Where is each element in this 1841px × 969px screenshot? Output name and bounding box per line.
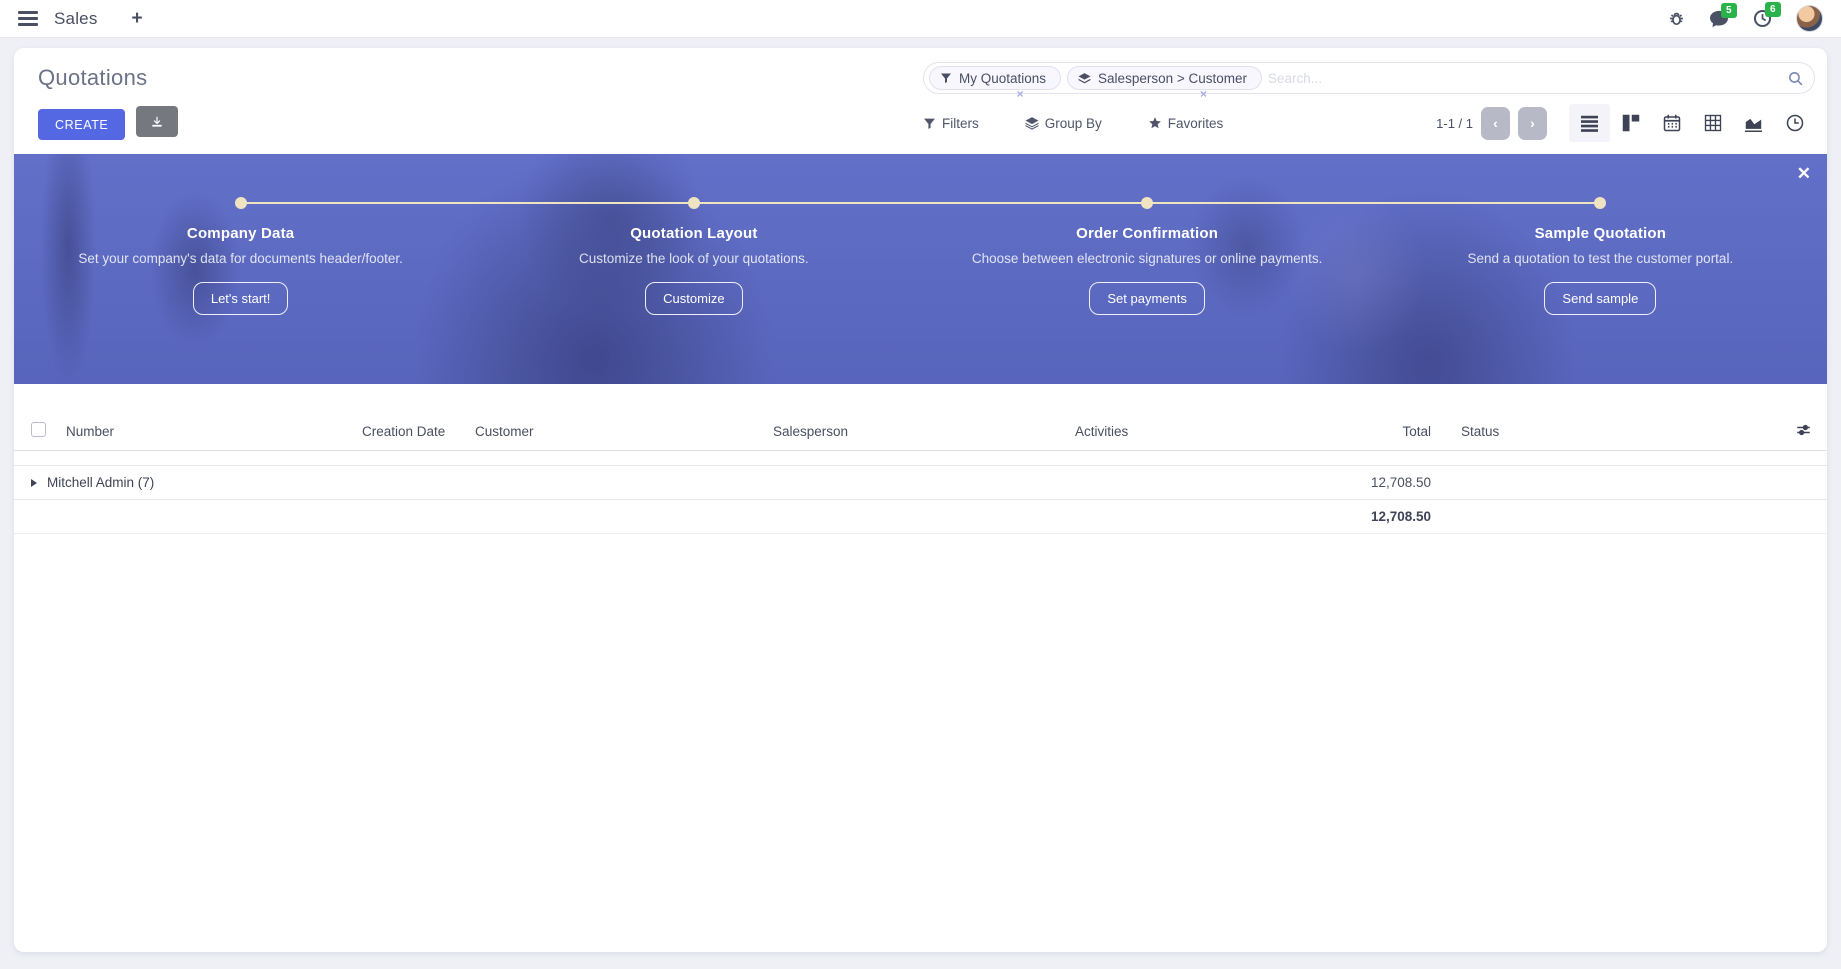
user-avatar[interactable] (1796, 5, 1823, 32)
pager-next-button[interactable]: › (1518, 107, 1547, 140)
search-facet-my-quotations[interactable]: My Quotations × (929, 66, 1061, 90)
pivot-icon (1704, 114, 1722, 132)
layers-icon (1025, 116, 1039, 130)
onboarding-step-quotation-layout: Quotation Layout Customize the look of y… (467, 154, 920, 384)
list-footer-row: 12,708.50 (14, 500, 1827, 534)
search-facet-groupby[interactable]: Salesperson > Customer × (1067, 66, 1262, 90)
send-sample-button[interactable]: Send sample (1544, 282, 1656, 315)
column-header-creation-date[interactable]: Creation Date (356, 412, 469, 451)
filters-menu[interactable]: Filters (923, 116, 979, 131)
clock-icon (1786, 114, 1804, 132)
app-name[interactable]: Sales (54, 9, 98, 29)
set-payments-button[interactable]: Set payments (1089, 282, 1205, 315)
kanban-view-button[interactable] (1610, 104, 1651, 142)
list-header-row: Number Creation Date Customer Salesperso… (14, 412, 1827, 451)
groupby-menu-label: Group By (1045, 116, 1102, 131)
favorites-menu-label: Favorites (1168, 116, 1224, 131)
onboarding-banner: ✕ Company Data Set your company's data f… (14, 154, 1827, 384)
onboarding-step-sample-quotation: Sample Quotation Send a quotation to tes… (1374, 154, 1827, 384)
filter-icon (923, 117, 936, 130)
create-button[interactable]: CREATE (38, 109, 125, 140)
facet-label: My Quotations (959, 71, 1046, 86)
page-title: Quotations (38, 62, 923, 94)
group-total: 12,708.50 (1259, 466, 1437, 500)
facet-label: Salesperson > Customer (1098, 71, 1247, 86)
filters-menu-label: Filters (942, 116, 979, 131)
column-header-customer[interactable]: Customer (469, 412, 767, 451)
column-header-salesperson[interactable]: Salesperson (767, 412, 1069, 451)
graph-view-button[interactable] (1733, 104, 1774, 142)
calendar-icon (1663, 114, 1681, 132)
onboarding-step-company-data: Company Data Set your company's data for… (14, 154, 467, 384)
activities-badge: 6 (1765, 2, 1781, 17)
step-dot (1594, 197, 1606, 209)
spacer-row (14, 451, 1827, 466)
pager-value: 1-1 / 1 (1436, 116, 1473, 131)
download-icon (150, 115, 164, 129)
onboarding-step-order-confirmation: Order Confirmation Choose between electr… (921, 154, 1374, 384)
groupby-menu[interactable]: Group By (1025, 116, 1102, 131)
footer-total: 12,708.50 (1259, 500, 1437, 534)
lets-start-button[interactable]: Let's start! (193, 282, 289, 315)
group-expand-caret-icon[interactable] (31, 479, 37, 487)
group-row-mitchell-admin[interactable]: Mitchell Admin (7) 12,708.50 (14, 466, 1827, 500)
debug-bug-icon[interactable] (1668, 10, 1685, 27)
quotations-list: Number Creation Date Customer Salesperso… (14, 384, 1827, 534)
column-header-activities[interactable]: Activities (1069, 412, 1259, 451)
step-title: Quotation Layout (507, 225, 880, 242)
activity-view-button[interactable] (1774, 104, 1815, 142)
view-switcher (1569, 104, 1815, 142)
group-name-label: Mitchell Admin (7) (47, 475, 154, 490)
search-icon[interactable] (1787, 70, 1804, 87)
list-view-button[interactable] (1569, 104, 1610, 142)
step-dot (1141, 197, 1153, 209)
step-title: Sample Quotation (1414, 225, 1787, 242)
list-icon (1580, 115, 1599, 132)
facet-remove-icon[interactable]: × (1200, 87, 1207, 101)
apps-menu-icon[interactable] (18, 11, 38, 26)
star-icon (1148, 116, 1162, 130)
favorites-menu[interactable]: Favorites (1148, 116, 1224, 131)
pivot-view-button[interactable] (1692, 104, 1733, 142)
column-header-total[interactable]: Total (1259, 412, 1437, 451)
optional-columns-icon[interactable] (1796, 425, 1811, 440)
activities-clock-icon[interactable]: 6 (1753, 9, 1772, 28)
graph-icon (1744, 115, 1763, 132)
messages-icon[interactable]: 5 (1709, 10, 1729, 28)
step-description: Send a quotation to test the customer po… (1414, 251, 1787, 268)
facet-remove-icon[interactable]: × (1017, 87, 1024, 101)
layers-icon (1078, 72, 1091, 85)
step-description: Customize the look of your quotations. (507, 251, 880, 268)
search-bar[interactable]: My Quotations × Salesperson > Customer × (923, 62, 1815, 94)
content-card: Quotations My Quotations × Salesperson >… (14, 48, 1827, 952)
customize-button[interactable]: Customize (645, 282, 742, 315)
export-button[interactable] (136, 106, 178, 137)
step-description: Set your company's data for documents he… (54, 251, 427, 268)
column-header-number[interactable]: Number (60, 412, 356, 451)
kanban-icon (1622, 114, 1640, 132)
column-header-status[interactable]: Status (1437, 412, 1777, 451)
calendar-view-button[interactable] (1651, 104, 1692, 142)
pager-previous-button[interactable]: ‹ (1481, 107, 1510, 140)
filter-icon (940, 72, 952, 84)
step-title: Company Data (54, 225, 427, 242)
select-all-checkbox[interactable] (31, 422, 46, 437)
step-dot (235, 197, 247, 209)
step-description: Choose between electronic signatures or … (961, 251, 1334, 268)
add-icon[interactable]: + (132, 8, 143, 30)
top-navbar: Sales + 5 6 (0, 0, 1841, 38)
search-input[interactable] (1268, 71, 1787, 86)
step-dot (688, 197, 700, 209)
pager: 1-1 / 1 ‹ › (1436, 107, 1547, 140)
step-title: Order Confirmation (961, 225, 1334, 242)
messages-badge: 5 (1721, 3, 1737, 18)
